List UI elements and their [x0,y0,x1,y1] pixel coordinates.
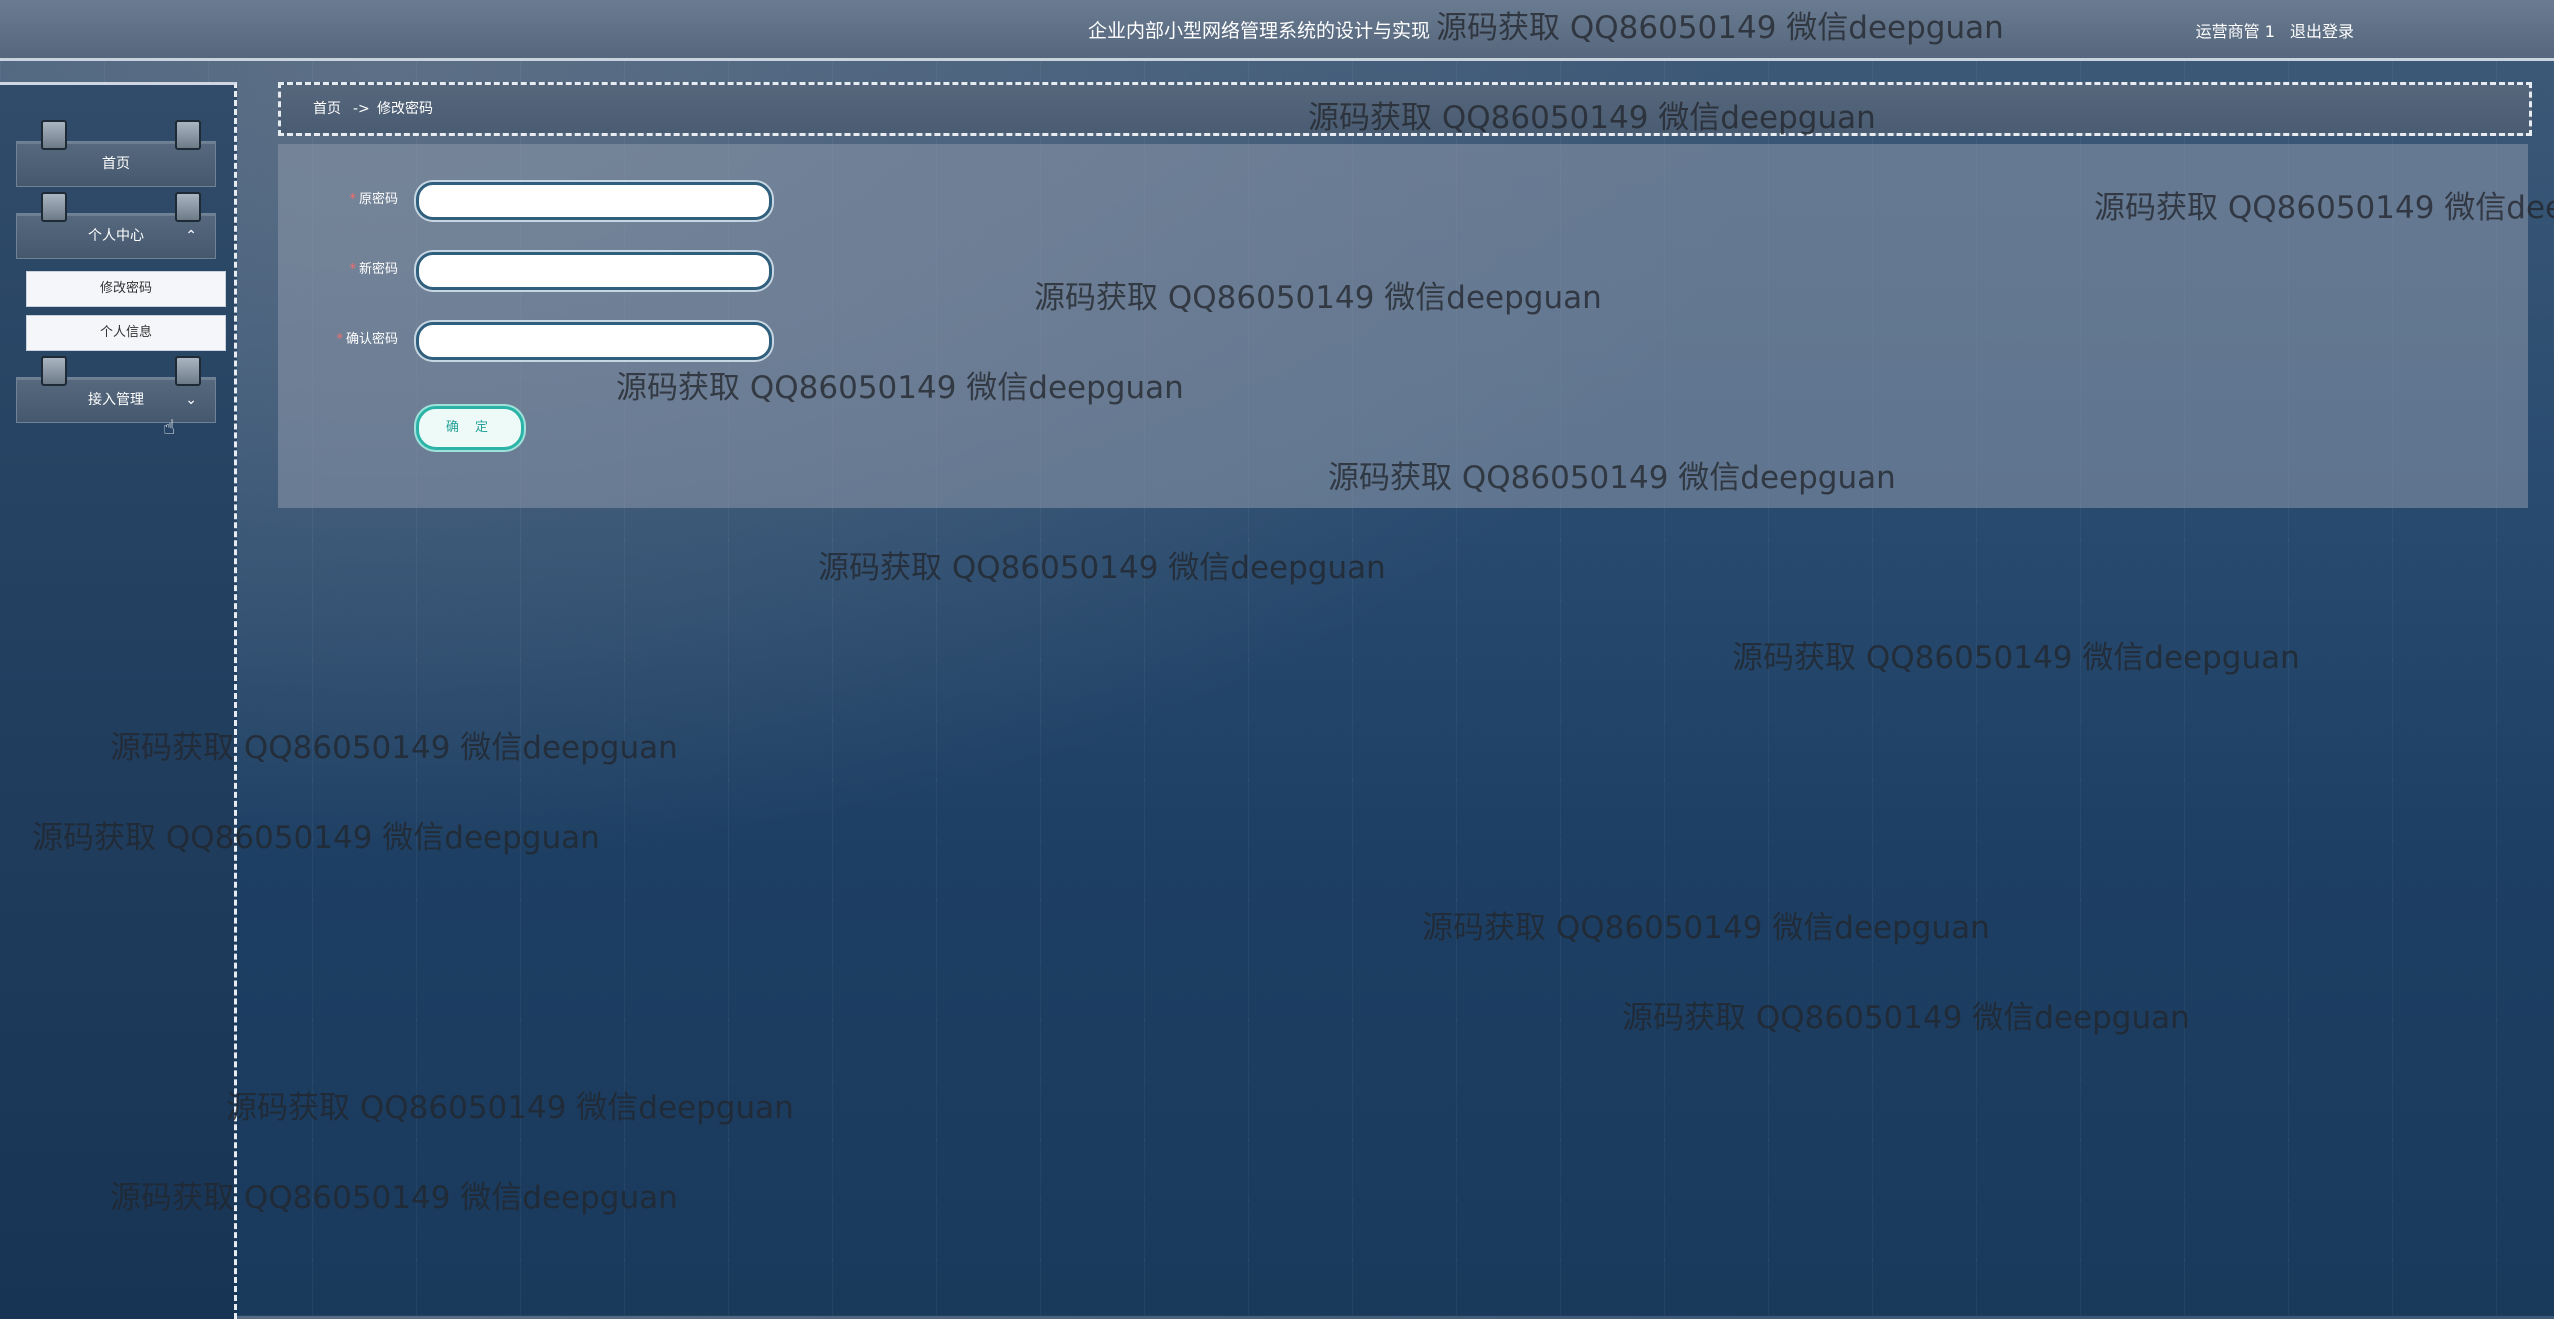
username: 运营商管 1 [2195,22,2275,41]
breadcrumb-home[interactable]: 首页 [313,85,341,133]
new-password-label: * 新密码 [349,262,398,277]
binder-clip-icon [41,356,67,386]
chevron-up-icon: ⌃ [185,228,197,244]
menu-item-personal-center-label: 个人中心 [88,228,144,244]
binder-clip-icon [41,120,67,150]
sidebar: 首页 个人中心 ⌃ 修改密码 个人信息 接入管理 ⌄ ☝ [0,82,237,1319]
new-password-input[interactable] [416,252,772,290]
old-password-input[interactable] [416,182,772,220]
breadcrumb-current: 修改密码 [377,101,433,117]
change-password-form: * 原密码 * 新密码 * 确认密码 确 定 [278,144,2528,508]
top-header: 企业内部小型网络管理系统的设计与实现 运营商管 1 退出登录 [0,0,2554,61]
menu-item-personal-center[interactable]: 个人中心 ⌃ [16,192,216,259]
menu-item-access-management[interactable]: 接入管理 ⌄ [16,356,216,423]
app-title: 企业内部小型网络管理系统的设计与实现 [1088,20,1431,42]
confirm-password-label: * 确认密码 [336,332,398,347]
breadcrumb-separator: -> [353,101,370,117]
watermark-text: 源码获取 QQ86050149 微信deepguan [818,550,1386,586]
submit-button[interactable]: 确 定 [416,406,524,450]
menu-item-home-label: 首页 [102,156,130,172]
menu-item-access-management-label: 接入管理 [88,392,144,408]
watermark-text: 源码获取 QQ86050149 微信deepguan [1422,910,1990,946]
hand-pointer-icon: ☝ [163,415,176,439]
confirm-password-input[interactable] [416,322,772,360]
breadcrumb: 首页 -> 修改密码 [278,82,2532,136]
watermark-text: 源码获取 QQ86050149 微信deepguan [226,1090,794,1126]
user-area: 运营商管 1 退出登录 [2186,18,2354,42]
binder-clip-icon [175,120,201,150]
menu-access: 接入管理 ⌄ [16,356,216,423]
old-password-label: * 原密码 [349,192,398,207]
submenu-personal: 修改密码 个人信息 [26,271,226,359]
watermark-text: 源码获取 QQ86050149 微信deepguan [1622,1000,2190,1036]
watermark-text: 源码获取 QQ86050149 微信deepguan [1732,640,2300,676]
chevron-down-icon: ⌄ [185,392,197,408]
binder-clip-icon [41,192,67,222]
menu-home: 首页 [16,120,216,187]
submenu-item-personal-info[interactable]: 个人信息 [26,315,226,351]
menu-personal: 个人中心 ⌃ [16,192,216,259]
logout-link[interactable]: 退出登录 [2290,22,2354,41]
menu-item-home[interactable]: 首页 [16,120,216,187]
submenu-item-change-password[interactable]: 修改密码 [26,271,226,307]
